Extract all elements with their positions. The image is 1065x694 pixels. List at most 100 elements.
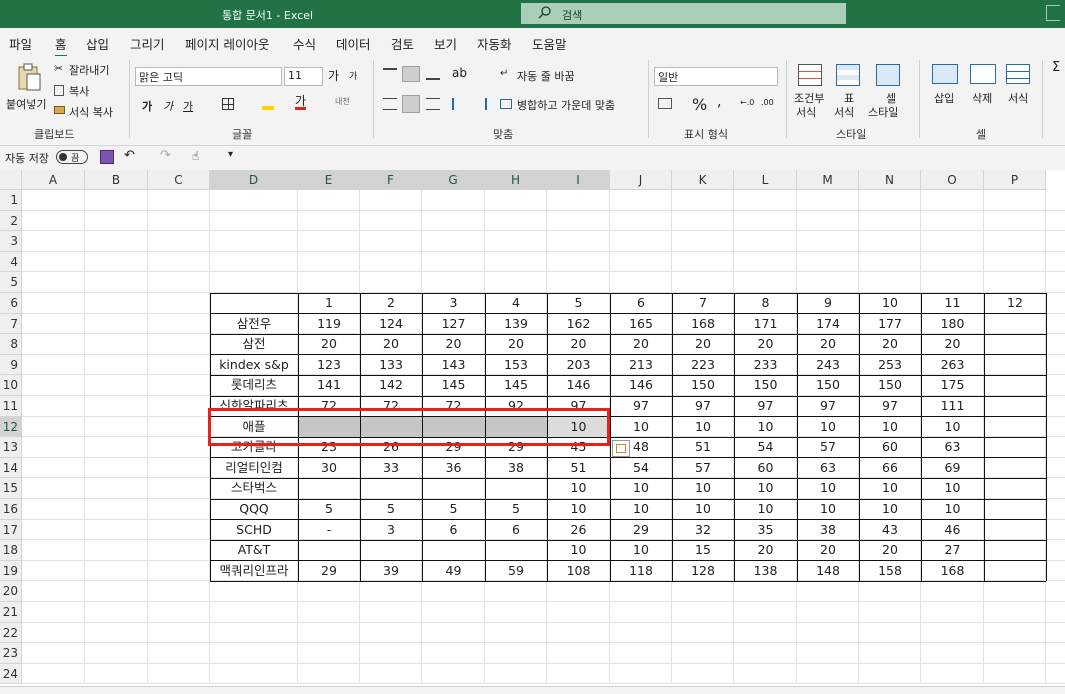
- table-cell[interactable]: [485, 540, 547, 561]
- row-header-15[interactable]: 15: [0, 478, 22, 499]
- row-label-cell[interactable]: 삼전우: [210, 314, 298, 335]
- table-cell[interactable]: 175: [921, 375, 984, 396]
- table-cell[interactable]: 10: [672, 499, 734, 520]
- table-cell[interactable]: 10: [610, 417, 672, 438]
- table-cell[interactable]: 141: [298, 375, 360, 396]
- column-header-l[interactable]: L: [734, 170, 797, 190]
- table-cell[interactable]: 63: [797, 458, 859, 479]
- increase-font-button[interactable]: 가: [328, 67, 339, 84]
- table-cell[interactable]: [984, 520, 1046, 541]
- table-cell[interactable]: 10: [859, 417, 921, 438]
- table-cell[interactable]: [984, 334, 1046, 355]
- fill-color-icon[interactable]: [262, 96, 274, 110]
- quick-analysis-icon[interactable]: [612, 440, 630, 457]
- table-cell[interactable]: 6: [485, 520, 547, 541]
- row-header-13[interactable]: 13: [0, 437, 22, 458]
- align-top-icon[interactable]: [383, 68, 397, 80]
- save-icon[interactable]: [100, 150, 114, 164]
- table-cell[interactable]: 158: [859, 561, 921, 582]
- table-cell[interactable]: [298, 478, 360, 499]
- table-cell[interactable]: 10: [797, 478, 859, 499]
- table-cell[interactable]: 146: [547, 375, 610, 396]
- table-cell[interactable]: 171: [734, 314, 797, 335]
- tab-page-layout[interactable]: 페이지 레이아웃: [185, 34, 269, 53]
- table-cell[interactable]: 127: [422, 314, 485, 335]
- table-header-cell[interactable]: 6: [610, 293, 672, 314]
- align-center-icon[interactable]: [402, 95, 420, 113]
- table-cell[interactable]: 263: [921, 355, 984, 376]
- tab-review[interactable]: 검토: [391, 34, 414, 53]
- align-left-icon[interactable]: [383, 98, 397, 110]
- table-cell[interactable]: 3: [360, 520, 422, 541]
- cell-styles-button[interactable]: 셀 스타일: [868, 62, 912, 120]
- worksheet-grid[interactable]: ABCDEFGHIJKLMNOP 1 2 3 4 5 6 7 8 9 10 11 12 13 14 15 16…: [0, 170, 1065, 686]
- table-cell[interactable]: -: [298, 520, 360, 541]
- column-header-e[interactable]: E: [298, 170, 360, 190]
- table-cell[interactable]: [984, 499, 1046, 520]
- table-cell[interactable]: 119: [298, 314, 360, 335]
- table-cell[interactable]: [984, 478, 1046, 499]
- row-header-11[interactable]: 11: [0, 396, 22, 417]
- column-header-i[interactable]: I: [547, 170, 610, 190]
- tab-file[interactable]: 파일: [9, 34, 32, 53]
- align-middle-icon[interactable]: [402, 66, 420, 82]
- column-header-g[interactable]: G: [422, 170, 485, 190]
- table-cell[interactable]: 20: [734, 540, 797, 561]
- table-cell[interactable]: 60: [859, 437, 921, 458]
- table-cell[interactable]: [984, 396, 1046, 417]
- table-cell[interactable]: 38: [797, 520, 859, 541]
- table-cell[interactable]: [984, 375, 1046, 396]
- table-cell[interactable]: 20: [734, 334, 797, 355]
- table-cell[interactable]: 139: [485, 314, 547, 335]
- delete-cells-button[interactable]: 삭제: [966, 62, 1000, 120]
- table-header-cell[interactable]: 7: [672, 293, 734, 314]
- table-cell[interactable]: 223: [672, 355, 734, 376]
- table-cell[interactable]: 20: [672, 334, 734, 355]
- table-cell[interactable]: 146: [610, 375, 672, 396]
- row-label-cell[interactable]: SCHD: [210, 520, 298, 541]
- table-cell[interactable]: 233: [734, 355, 797, 376]
- tab-automate[interactable]: 자동화: [477, 34, 512, 53]
- table-cell[interactable]: 168: [672, 314, 734, 335]
- table-cell[interactable]: 20: [859, 540, 921, 561]
- table-header-cell[interactable]: 12: [984, 293, 1046, 314]
- table-cell[interactable]: 97: [859, 396, 921, 417]
- table-cell[interactable]: [485, 478, 547, 499]
- table-header-cell[interactable]: 2: [360, 293, 422, 314]
- row-header-18[interactable]: 18: [0, 540, 22, 561]
- column-header-k[interactable]: K: [672, 170, 734, 190]
- font-color-button[interactable]: 가: [295, 95, 307, 110]
- table-cell[interactable]: 108: [547, 561, 610, 582]
- column-header-c[interactable]: C: [148, 170, 210, 190]
- table-cell[interactable]: 138: [734, 561, 797, 582]
- table-cell[interactable]: 59: [485, 561, 547, 582]
- italic-button[interactable]: 가: [163, 98, 173, 114]
- column-header-a[interactable]: A: [22, 170, 85, 190]
- table-cell[interactable]: 38: [485, 458, 547, 479]
- table-cell[interactable]: 49: [422, 561, 485, 582]
- table-cell[interactable]: 54: [734, 437, 797, 458]
- table-cell[interactable]: 150: [797, 375, 859, 396]
- table-cell[interactable]: 20: [422, 334, 485, 355]
- tab-draw[interactable]: 그리기: [130, 34, 165, 53]
- row-label-cell[interactable]: kindex s&p: [210, 355, 298, 376]
- table-cell[interactable]: 35: [734, 520, 797, 541]
- table-cell[interactable]: 39: [360, 561, 422, 582]
- column-header-n[interactable]: N: [859, 170, 921, 190]
- table-cell[interactable]: 162: [547, 314, 610, 335]
- orientation-icon[interactable]: ab: [452, 66, 467, 80]
- column-header-o[interactable]: O: [921, 170, 984, 190]
- table-cell[interactable]: [984, 437, 1046, 458]
- align-bottom-icon[interactable]: [426, 68, 440, 80]
- table-cell[interactable]: 10: [859, 478, 921, 499]
- table-cell[interactable]: [984, 355, 1046, 376]
- row-header-7[interactable]: 7: [0, 313, 22, 335]
- row-header-21[interactable]: 21: [0, 602, 22, 623]
- conditional-formatting-button[interactable]: 조건부 서식: [794, 62, 828, 120]
- comma-icon[interactable]: ,: [717, 94, 721, 110]
- tab-help[interactable]: 도움말: [532, 34, 567, 53]
- table-cell[interactable]: [984, 314, 1046, 335]
- table-cell[interactable]: 26: [547, 520, 610, 541]
- row-header-2[interactable]: 2: [0, 210, 22, 232]
- table-cell[interactable]: 165: [610, 314, 672, 335]
